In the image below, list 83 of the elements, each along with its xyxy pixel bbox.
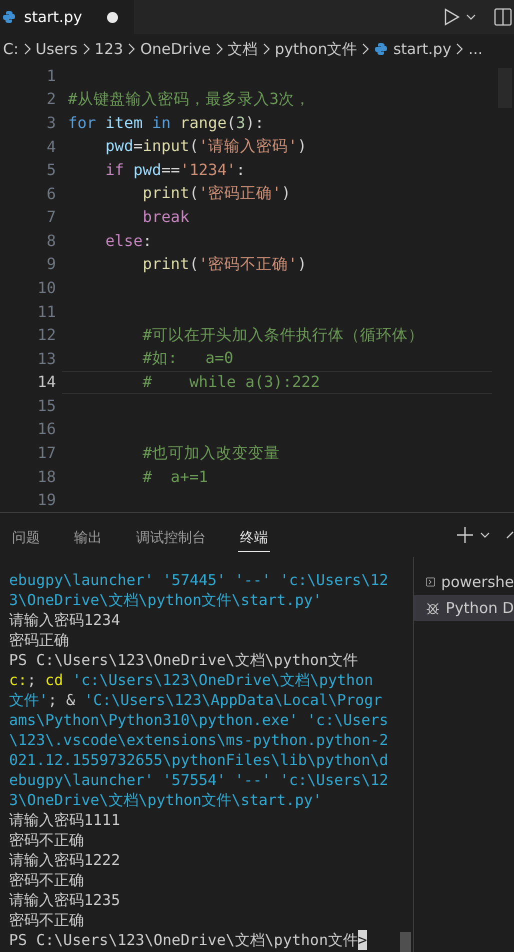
line-number: 8 <box>46 232 57 250</box>
line-number: 16 <box>36 420 57 438</box>
terminal-line: 请输入密码1222 <box>9 850 120 870</box>
terminal-line: 请输入密码1111 <box>9 810 120 830</box>
code-line: else: <box>104 232 152 250</box>
breadcrumb-item[interactable]: 文档 <box>228 40 258 58</box>
panel-tab[interactable]: 问题 <box>10 524 42 552</box>
terminal-line: 密码正确 <box>9 630 69 650</box>
chevron-icon <box>24 43 31 55</box>
code-line: #也可加入改变变量 <box>142 442 280 464</box>
line-number: 12 <box>36 326 57 344</box>
line-number: 15 <box>36 396 57 415</box>
line-number: 4 <box>46 138 57 156</box>
code-line: for item in range(3): <box>68 114 264 132</box>
code-line: #可以在开头加入条件执行体（循环体） <box>142 324 424 346</box>
code-line: print('密码不正确') <box>142 254 307 275</box>
code-line: # a+=1 <box>142 468 208 486</box>
breadcrumb-item[interactable]: 123 <box>94 40 124 58</box>
terminal-line: 3\OneDrive\文档\python文件\start.py' <box>9 590 322 610</box>
plus-icon[interactable] <box>456 526 474 544</box>
breadcrumb-item[interactable]: python文件 <box>274 40 358 58</box>
terminal-list-item[interactable]: Python D <box>414 595 514 621</box>
terminal-line: 密码不正确 <box>9 830 84 850</box>
chevron-icon <box>82 43 90 55</box>
line-number: 2 <box>46 90 57 108</box>
breadcrumb-item[interactable]: Users <box>36 40 78 58</box>
terminal-line: c:; cd 'c:\Users\123\OneDrive\文档\python <box>9 670 374 690</box>
terminal-list-item[interactable]: powershe <box>414 569 514 595</box>
terminal-line: 3\OneDrive\文档\python文件\start.py' <box>9 790 322 810</box>
caret-icon[interactable] <box>480 532 490 538</box>
code-line: print('密码正确') <box>142 183 291 204</box>
line-number: 11 <box>36 302 57 321</box>
chevron-icon <box>456 43 464 55</box>
caret-icon[interactable] <box>466 14 476 20</box>
scrollbar-thumb[interactable] <box>400 932 411 952</box>
chevron-icon <box>216 43 223 55</box>
line-number: 3 <box>46 114 57 132</box>
code-line: pwd=input('请输入密码') <box>104 136 307 158</box>
line-number: 19 <box>36 491 57 510</box>
panel-tab[interactable]: 终端 <box>238 524 270 552</box>
chevron-icon <box>128 43 136 55</box>
code-line: #从键盘输入密码，最多录入3次， <box>68 88 311 110</box>
line-number: 7 <box>46 208 57 226</box>
terminal-line: 请输入密码1234 <box>9 610 120 630</box>
line-number: 6 <box>46 184 57 203</box>
split-editor-icon[interactable] <box>494 8 512 26</box>
terminal-line: PS C:\Users\123\OneDrive\文档\python文件 <box>9 930 358 950</box>
code-line: #如: a=0 <box>142 348 234 370</box>
line-number: 5 <box>46 161 57 180</box>
terminal-line: 021.12.1559732655\pythonFiles\lib\python\d <box>9 750 388 770</box>
line-number: 14 <box>36 373 57 392</box>
breadcrumb-item[interactable]: OneDrive <box>140 40 211 58</box>
line-number: 18 <box>36 468 57 486</box>
panel-tab[interactable]: 输出 <box>72 524 104 552</box>
chevron-icon <box>362 43 370 55</box>
code-line: # while a(3):222 <box>142 373 320 392</box>
line-number: 9 <box>46 255 57 274</box>
play-icon[interactable] <box>444 8 460 26</box>
terminal-line: ams\Python\Python310\python.exe' 'c:\Users <box>9 710 388 730</box>
code-line: break <box>142 208 190 226</box>
breadcrumb-item[interactable]: start.py <box>393 40 452 58</box>
terminal-line: ebugpy\launcher' '57445' '--' 'c:\Users\12 <box>9 570 388 590</box>
line-number: 17 <box>36 444 57 462</box>
panel-tab[interactable]: 调试控制台 <box>134 524 208 552</box>
editor-tab[interactable]: start.py <box>0 0 134 34</box>
breadcrumb-item[interactable]: ... <box>468 40 483 58</box>
code-line: if pwd=='1234': <box>104 161 246 180</box>
chevron-up-icon[interactable] <box>506 531 514 539</box>
chevron-icon <box>262 43 270 55</box>
python-icon <box>374 42 388 56</box>
terminal-line: PS C:\Users\123\OneDrive\文档\python文件 <box>9 650 358 670</box>
terminal-line: 文件'; & 'C:\Users\123\AppData\Local\Progr <box>9 690 382 710</box>
line-number: 13 <box>36 350 57 368</box>
line-number: 1 <box>46 66 57 85</box>
terminal-line: 请输入密码1235 <box>9 890 120 910</box>
terminal-line: \123\.vscode\extensions\ms-python.python-2 <box>9 730 388 750</box>
line-number: 10 <box>36 278 57 297</box>
terminal-line: 密码不正确 <box>9 870 84 890</box>
python-icon <box>2 10 16 24</box>
terminal-cursor: > <box>358 930 368 950</box>
breadcrumb-item[interactable]: C: <box>3 40 19 58</box>
terminal-line: 密码不正确 <box>9 910 84 930</box>
terminal-line: ebugpy\launcher' '57554' '--' 'c:\Users\12 <box>9 770 388 790</box>
